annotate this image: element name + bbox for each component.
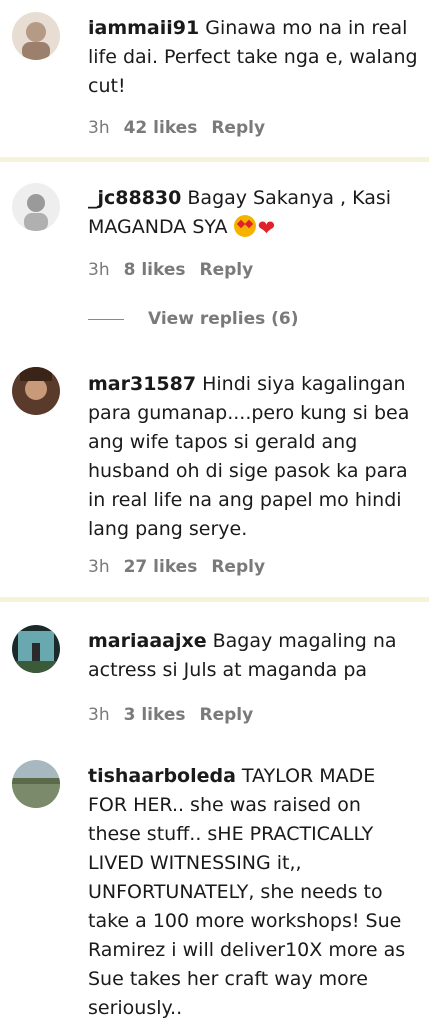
comment-meta: 3h 27 likes Reply xyxy=(88,557,265,577)
comment-text: tishaarboleda TAYLOR MADE FOR HER.. she w… xyxy=(88,762,418,1023)
view-replies-label: View replies (6) xyxy=(148,309,299,329)
comment-time: 3h xyxy=(88,557,110,577)
comment-time: 3h xyxy=(88,118,110,138)
avatar[interactable] xyxy=(12,12,60,60)
comment-likes[interactable]: 27 likes xyxy=(124,557,198,577)
reply-button[interactable]: Reply xyxy=(200,260,254,280)
comment-meta: 3h 8 likes Reply xyxy=(88,260,253,280)
separator xyxy=(0,157,429,162)
comment-body: TAYLOR MADE FOR HER.. she was raised on … xyxy=(88,765,406,1019)
view-replies-button[interactable]: View replies (6) xyxy=(88,309,299,329)
comment-username[interactable]: iammaii91 xyxy=(88,17,199,39)
comment-username[interactable]: mariaaajxe xyxy=(88,630,207,652)
avatar[interactable] xyxy=(12,760,60,808)
comment-likes[interactable]: 8 likes xyxy=(124,260,186,280)
comment-text: iammaii91 Ginawa mo na in real life dai. … xyxy=(88,14,418,101)
comment-meta: 3h 42 likes Reply xyxy=(88,118,265,138)
comment-likes[interactable]: 3 likes xyxy=(124,705,186,725)
comment-username[interactable]: tishaarboleda xyxy=(88,765,236,787)
comment-username[interactable]: mar31587 xyxy=(88,373,196,395)
reply-button[interactable]: Reply xyxy=(200,705,254,725)
comment-likes[interactable]: 42 likes xyxy=(124,118,198,138)
comment-meta: 3h 3 likes Reply xyxy=(88,705,253,725)
reply-button[interactable]: Reply xyxy=(211,118,265,138)
comment-text: _jc88830 Bagay Sakanya , Kasi MAGANDA SYA… xyxy=(88,184,418,243)
comment-username[interactable]: _jc88830 xyxy=(88,187,181,209)
separator xyxy=(0,597,429,602)
star-struck-emoji-icon xyxy=(233,215,256,237)
heart-emoji-icon: ❤ xyxy=(257,216,276,240)
view-replies-line xyxy=(88,318,124,320)
comment-time: 3h xyxy=(88,705,110,725)
comment-text: mariaaajxe Bagay magaling na actress si J… xyxy=(88,627,418,685)
comment-time: 3h xyxy=(88,260,110,280)
comment-body: Hindi siya kagalingan para gumanap....pe… xyxy=(88,373,410,540)
avatar[interactable] xyxy=(12,367,60,415)
avatar[interactable] xyxy=(12,625,60,673)
comment-text: mar31587 Hindi siya kagalingan para guman… xyxy=(88,370,418,544)
reply-button[interactable]: Reply xyxy=(211,557,265,577)
avatar[interactable] xyxy=(12,183,60,231)
